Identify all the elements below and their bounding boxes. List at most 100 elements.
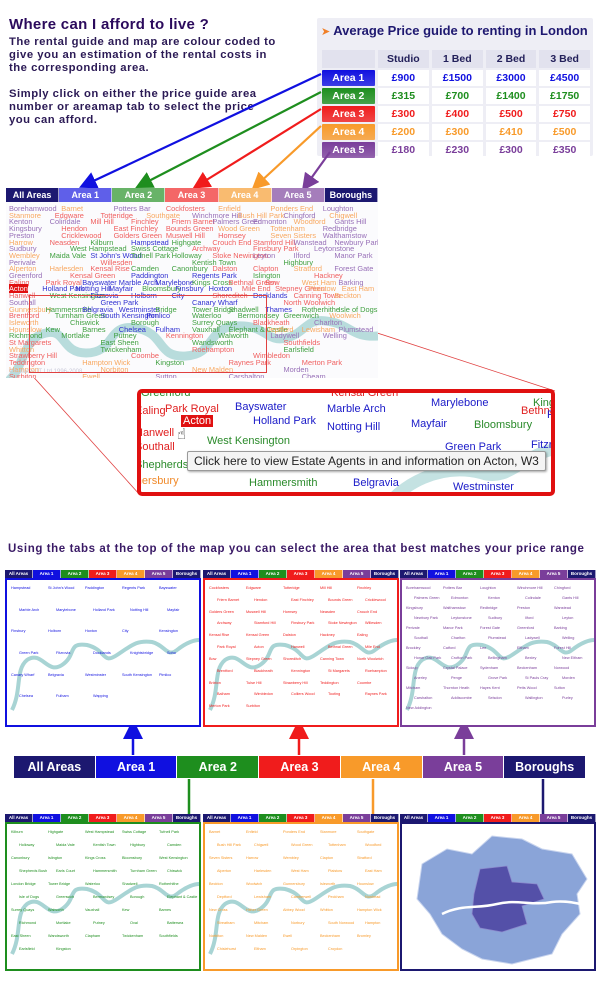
zoom-place-link[interactable]: Holland Park (253, 415, 316, 427)
tab-large-area-1[interactable]: Area 1 (95, 756, 178, 778)
thumbnail-tab[interactable]: Area 5 (145, 814, 173, 822)
zoom-place-link[interactable]: Fitzrovia (531, 439, 551, 451)
map-place-link[interactable]: Beckton (334, 291, 361, 300)
zoom-place-link[interactable]: Hanwell (141, 427, 174, 439)
thumbnail-place: Leyton (562, 616, 574, 620)
thumbnail-tab[interactable]: Area 3 (89, 814, 117, 822)
zoom-place-link[interactable]: Marble Arch (327, 403, 386, 415)
thumbnail-tab[interactable]: Area 2 (61, 570, 89, 578)
thumbnail-tab[interactable]: Area 3 (287, 570, 315, 578)
thumbnail-map-boroughs[interactable]: All Areas Area 1 Area 2 Area 3 Area 4 Area 5B… (400, 814, 596, 971)
map-place-link[interactable]: Mill Hill (90, 217, 113, 226)
thumbnail-tab[interactable]: Area 4 (117, 814, 145, 822)
thumbnail-tab[interactable]: Area 4 (512, 570, 540, 578)
tab-large-area-3[interactable]: Area 3 (259, 756, 341, 778)
tab-large-area-2[interactable]: Area 2 (177, 756, 260, 778)
thumbnail-tab[interactable]: Boroughs (371, 814, 399, 822)
thumbnail-tab[interactable]: All Areas (203, 814, 231, 822)
thumbnail-tab[interactable]: Boroughs (371, 570, 399, 578)
thumbnail-tab[interactable]: Boroughs (568, 570, 596, 578)
thumbnail-tab[interactable]: All Areas (5, 814, 33, 822)
thumbnail-tab[interactable]: Area 3 (484, 814, 512, 822)
thumbnail-tab[interactable]: Area 3 (89, 570, 117, 578)
thumbnail-tab[interactable]: Area 2 (259, 814, 287, 822)
thumbnail-place: Enfield (246, 830, 258, 834)
tab-large-area-5[interactable]: Area 5 (422, 756, 505, 778)
thumbnail-tab[interactable]: Area 5 (540, 570, 568, 578)
map-place-link[interactable]: Welling (323, 331, 347, 340)
thumbnail-place: Petts Wood (517, 686, 537, 690)
thumbnail-tab[interactable]: Area 5 (145, 570, 173, 578)
thumbnail-tab[interactable]: Area 1 (231, 570, 259, 578)
thumbnail-tab[interactable]: Boroughs (173, 570, 201, 578)
map-place-link[interactable]: Manor Park (334, 251, 372, 260)
thumbnail-tab[interactable]: Area 2 (259, 570, 287, 578)
thumbnail-place: Selsdon (488, 696, 502, 700)
thumbnail-place: Tufnell Park (159, 830, 180, 834)
tab-large-all-areas[interactable]: All Areas (14, 756, 96, 778)
thumbnail-place: Carshalton (414, 696, 433, 700)
thumbnail-tab[interactable]: Area 2 (456, 570, 484, 578)
thumbnail-place: Kentish Town (93, 843, 116, 847)
zoom-place-link[interactable]: Gunnersbury (141, 475, 179, 487)
thumbnail-map-area-2[interactable]: All Areas Area 1 Area 2 Area 3 Area 4 Area 5B… (5, 814, 201, 971)
thumbnail-map-area-5[interactable]: All Areas Area 1 Area 2 Area 3 Area 4 Area 5B… (400, 570, 596, 727)
zoom-place-link[interactable]: Belgravia (353, 477, 399, 489)
thumbnail-tab[interactable]: Area 1 (428, 814, 456, 822)
zoom-place-link[interactable]: Brentford (141, 491, 180, 492)
thumbnail-tab[interactable]: Area 5 (540, 814, 568, 822)
thumbnail-map-area-4[interactable]: All Areas Area 1 Area 2 Area 3 Area 4 Area 5B… (203, 814, 399, 971)
thumbnail-tab[interactable]: All Areas (400, 570, 428, 578)
thumbnail-tab[interactable]: Area 1 (428, 570, 456, 578)
zoom-place-link[interactable]: Waterloo (497, 495, 541, 496)
thumbnail-tab[interactable]: Area 4 (315, 570, 343, 578)
thumbnail-tab[interactable]: Area 4 (315, 814, 343, 822)
zoom-place-link[interactable]: Mayfair (411, 418, 447, 430)
map-place-link[interactable]: Cheam (302, 372, 326, 379)
thumbnail-tab[interactable]: Area 1 (33, 814, 61, 822)
zoom-place-link[interactable]: Southall (141, 441, 175, 453)
thumbnail-tab[interactable]: Area 4 (117, 570, 145, 578)
thumbnail-map-area-1[interactable]: All Areas Area 1 Area 2 Area 3 Area 4 Area 5B… (5, 570, 201, 727)
zoom-place-link[interactable]: Turnham Green (167, 493, 244, 496)
thumbnail-place: Bexley (525, 656, 537, 660)
thumbnail-tab[interactable]: Boroughs (568, 814, 596, 822)
map-place-link[interactable]: Maida Vale (50, 251, 86, 260)
thumbnail-place: Highgate (48, 830, 64, 834)
thumbnail-tab[interactable]: Area 4 (512, 814, 540, 822)
tab-large-area-4[interactable]: Area 4 (340, 756, 423, 778)
map-place-link[interactable]: Tufnell Park (131, 251, 170, 260)
thumbnail-place: Willesden (365, 621, 382, 626)
thumbnail-tab[interactable]: Area 1 (231, 814, 259, 822)
thumbnail-tab[interactable]: Boroughs (173, 814, 201, 822)
thumbnail-tab[interactable]: Area 5 (343, 814, 371, 822)
zoom-place-link[interactable]: Greenford (141, 393, 191, 399)
thumbnail-tab[interactable]: All Areas (400, 814, 428, 822)
thumbnail-place: Croydon (328, 947, 343, 951)
zoom-place-link[interactable]: Park Royal (165, 403, 219, 415)
thumbnail-tab[interactable]: All Areas (5, 570, 33, 578)
zoom-place-link[interactable]: Westminster (453, 481, 514, 492)
zoom-place-link[interactable]: Finsbury (547, 409, 551, 421)
zoom-place-link[interactable]: Marylebone (431, 397, 488, 409)
tab-large-boroughs[interactable]: Boroughs (504, 756, 587, 778)
zoom-place-link[interactable]: Bayswater (235, 401, 286, 413)
thumbnail-place: Belgravia (48, 672, 64, 677)
thumbnail-tab[interactable]: Area 5 (343, 570, 371, 578)
zoom-place-link[interactable]: Bloomsbury (474, 419, 532, 431)
zoom-place-link[interactable]: Notting Hill (327, 421, 380, 433)
thumbnail-tab[interactable]: Area 2 (456, 814, 484, 822)
zoom-place-link[interactable]: Hammersmith (249, 477, 317, 489)
zoom-place-link[interactable]: Ealing (141, 405, 166, 417)
zoom-place-link[interactable]: Kensal Green (331, 393, 398, 399)
thumbnail-place: Shadwell (122, 882, 138, 886)
thumbnail-tab[interactable]: Area 1 (33, 570, 61, 578)
map-place-link[interactable]: Leyton (253, 251, 275, 260)
thumbnail-place: Gunnersbury (283, 882, 305, 886)
thumbnail-tab[interactable]: All Areas (203, 570, 231, 578)
thumbnail-tab[interactable]: Area 2 (61, 814, 89, 822)
thumbnail-tab[interactable]: Area 3 (484, 570, 512, 578)
thumbnail-map-area-3[interactable]: All Areas Area 1 Area 2 Area 3 Area 4 Area 5B… (203, 570, 399, 727)
zoom-place-link[interactable]: West Kensington (207, 435, 290, 447)
thumbnail-tab[interactable]: Area 3 (287, 814, 315, 822)
